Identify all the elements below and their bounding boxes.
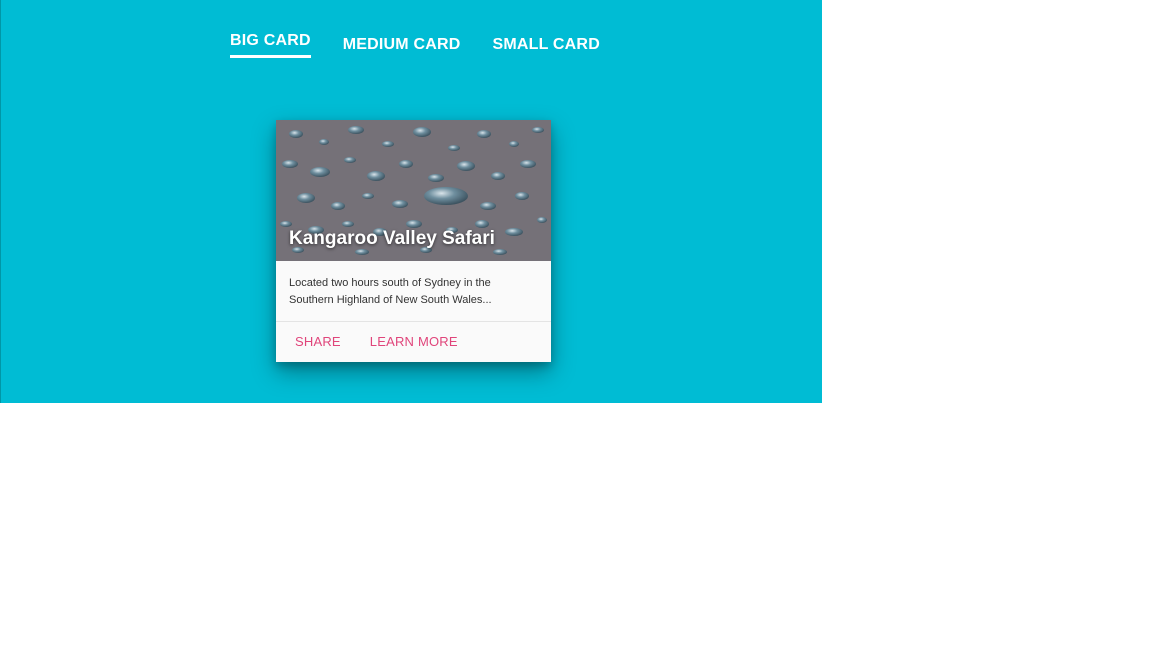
tab-small-card[interactable]: SMALL CARD [492,36,599,62]
card-description-line: Southern Highland of New South Wales... [289,294,492,306]
card-size-tabs: BIG CARD MEDIUM CARD SMALL CARD [230,32,632,62]
card-description: Located two hours south of Sydney in the… [276,261,551,321]
card-actions: SHARE LEARN MORE [276,322,551,349]
card-media-image: Kangaroo Valley Safari [276,120,551,261]
tab-big-card[interactable]: BIG CARD [230,32,311,58]
card: Kangaroo Valley Safari Located two hours… [276,120,551,362]
share-button[interactable]: SHARE [295,334,341,349]
card-description-line: Located two hours south of Sydney in the [289,277,491,289]
content-area: BIG CARD MEDIUM CARD SMALL CARD Kangaroo… [0,0,822,403]
tab-medium-card[interactable]: MEDIUM CARD [343,36,461,62]
learn-more-button[interactable]: LEARN MORE [370,334,458,349]
card-title: Kangaroo Valley Safari [289,228,495,249]
